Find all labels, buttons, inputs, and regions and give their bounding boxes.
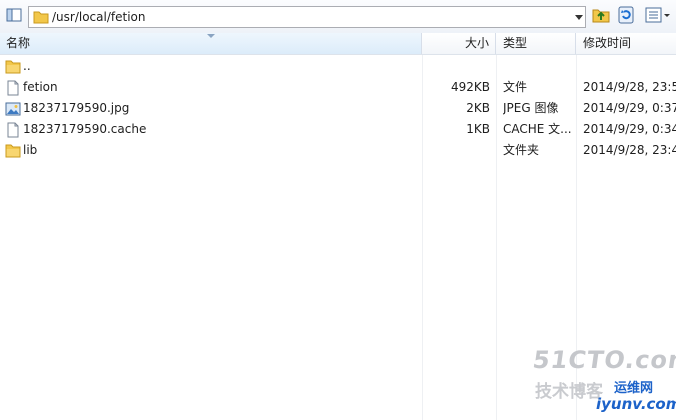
path-text: /usr/local/fetion [52, 10, 146, 24]
file-type: 文件夹 [503, 143, 540, 157]
path-input[interactable]: /usr/local/fetion [28, 6, 586, 28]
list-item[interactable]: lib 文件夹 2014/9/28, 23:48 [0, 140, 676, 161]
file-name: fetion [23, 80, 58, 94]
up-folder-button[interactable] [592, 6, 612, 26]
column-type-label: 类型 [503, 36, 528, 50]
view-list-icon [645, 7, 670, 23]
file-name: .. [23, 59, 31, 73]
file-size: 492KB [450, 80, 490, 94]
file-name: lib [23, 143, 38, 157]
file-size: 1KB [466, 122, 490, 136]
watermark-site-cn: 运维网 [614, 381, 654, 396]
folder-icon [5, 60, 21, 74]
file-name: 18237179590.cache [23, 122, 147, 136]
file-icon [7, 80, 19, 96]
file-icon [7, 122, 19, 138]
list-item[interactable]: fetion 492KB 文件 2014/9/28, 23:52 [0, 77, 676, 98]
panel-icon [6, 8, 22, 22]
file-name: 18237179590.jpg [23, 101, 130, 115]
file-date: 2014/9/28, 23:48 [583, 143, 676, 157]
file-type: 文件 [503, 80, 528, 94]
column-date-label: 修改时间 [583, 36, 632, 50]
toolbar: /usr/local/fetion [0, 0, 676, 34]
list-item[interactable]: 18237179590.jpg 2KB JPEG 图像 2014/9/29, 0… [0, 98, 676, 119]
list-item[interactable]: 18237179590.cache 1KB CACHE 文... 2014/9/… [0, 119, 676, 140]
column-name-header[interactable]: 名称 [0, 33, 422, 54]
folder-icon [5, 144, 21, 158]
column-date-header[interactable]: 修改时间 [576, 33, 676, 54]
file-date: 2014/9/29, 0:37 [583, 101, 676, 115]
sort-arrow-icon [207, 34, 215, 38]
column-type-header[interactable]: 类型 [496, 33, 576, 54]
file-type: JPEG 图像 [503, 101, 559, 115]
watermark-site-url: iyunv.com [596, 395, 676, 413]
list-item-parent[interactable]: .. [0, 56, 676, 77]
refresh-button[interactable] [617, 6, 637, 26]
file-type: CACHE 文... [503, 122, 572, 136]
watermark-brand: 51CTO.com [531, 346, 676, 374]
refresh-icon [618, 6, 634, 24]
view-options-button[interactable] [645, 6, 673, 26]
file-date: 2014/9/29, 0:34 [583, 122, 676, 136]
chevron-down-icon[interactable] [575, 15, 583, 20]
file-date: 2014/9/28, 23:52 [583, 80, 676, 94]
panel-toggle-button[interactable] [5, 6, 25, 26]
column-name-label: 名称 [6, 36, 31, 50]
file-size: 2KB [466, 101, 490, 115]
folder-icon [33, 11, 49, 24]
watermark-tagline: 技术博客 [535, 382, 603, 402]
folder-up-icon [592, 9, 610, 23]
column-size-header[interactable]: 大小 [422, 33, 496, 54]
column-header: 名称 大小 类型 修改时间 [0, 33, 676, 55]
image-icon [5, 102, 21, 116]
column-size-label: 大小 [464, 36, 489, 50]
